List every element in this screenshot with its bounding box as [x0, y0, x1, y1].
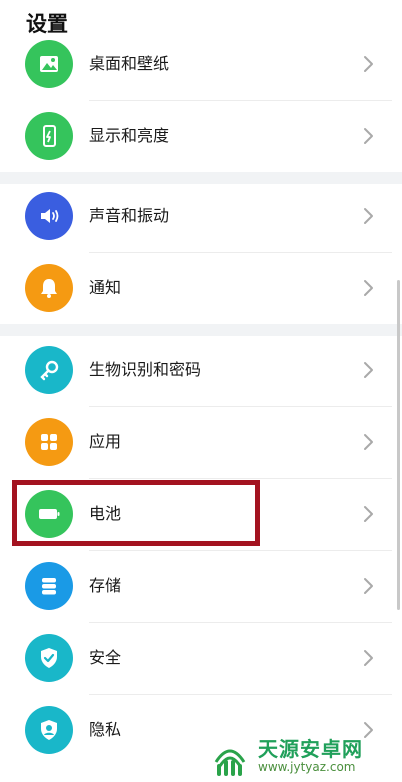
settings-item-security[interactable]: 安全 [0, 622, 396, 694]
settings-item-display[interactable]: 显示和亮度 [0, 100, 396, 172]
watermark-url: www.jytyaz.com [258, 760, 356, 774]
storage-icon [25, 562, 73, 610]
settings-item-label: 声音和振动 [89, 206, 170, 225]
chevron-right-icon [364, 434, 373, 450]
phone-brightness-icon [25, 112, 73, 160]
chevron-right-icon [364, 208, 373, 224]
settings-item-label: 安全 [89, 648, 122, 667]
chevron-right-icon [364, 650, 373, 666]
settings-item-label: 显示和亮度 [89, 126, 170, 145]
settings-item-label: 桌面和壁纸 [89, 54, 170, 73]
privacy-shield-icon [25, 706, 73, 754]
wallpaper-icon [25, 40, 73, 88]
settings-item-notifications[interactable]: 通知 [0, 252, 396, 324]
settings-item-storage[interactable]: 存储 [0, 550, 396, 622]
settings-item-apps[interactable]: 应用 [0, 406, 396, 478]
chevron-right-icon [364, 128, 373, 144]
chevron-right-icon [364, 362, 373, 378]
settings-item-biometrics[interactable]: 生物识别和密码 [0, 334, 396, 406]
shield-check-icon [25, 634, 73, 682]
settings-item-label: 生物识别和密码 [89, 360, 202, 379]
watermark: 天源安卓网 www.jytyaz.com [208, 732, 400, 780]
watermark-name: 天源安卓网 [258, 737, 363, 761]
settings-item-wallpaper[interactable]: 桌面和壁纸 [0, 28, 396, 100]
settings-item-label: 应用 [89, 432, 122, 451]
chevron-right-icon [364, 578, 373, 594]
bell-icon [25, 264, 73, 312]
highlight-box [12, 480, 260, 546]
key-icon [25, 346, 73, 394]
scrollbar[interactable] [397, 280, 400, 610]
android-logo-icon [214, 749, 246, 776]
settings-item-label: 隐私 [89, 720, 122, 739]
settings-item-sound[interactable]: 声音和振动 [0, 180, 396, 252]
apps-grid-icon [25, 418, 73, 466]
chevron-right-icon [364, 506, 373, 522]
chevron-right-icon [364, 56, 373, 72]
chevron-right-icon [364, 280, 373, 296]
settings-item-label: 通知 [89, 278, 122, 297]
speaker-icon [25, 192, 73, 240]
settings-item-label: 存储 [89, 576, 122, 595]
